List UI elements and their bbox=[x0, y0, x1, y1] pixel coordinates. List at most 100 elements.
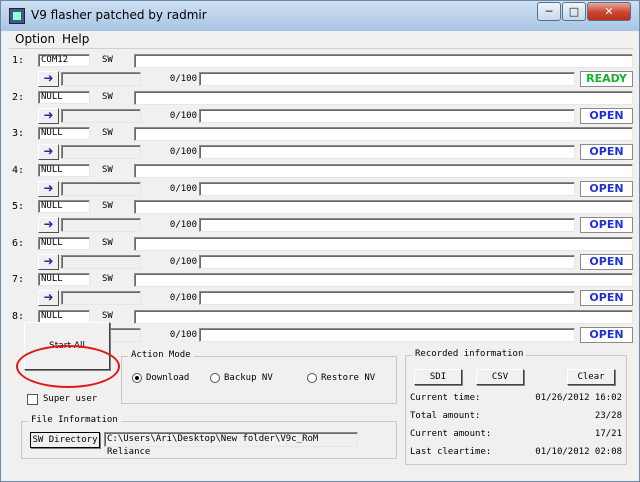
sw-label: SW bbox=[102, 201, 113, 211]
file-info-title: File Information bbox=[28, 415, 121, 425]
slot-number: 7: bbox=[12, 274, 25, 285]
sw-label: SW bbox=[102, 238, 113, 248]
current-time-label: Current time: bbox=[410, 393, 481, 403]
backup-nv-radio[interactable] bbox=[210, 373, 220, 383]
progress-bar bbox=[199, 109, 575, 123]
progress-bar bbox=[199, 328, 575, 342]
action-mode-group: Action Mode Download Backup NV Restore N… bbox=[121, 350, 397, 404]
super-user-checkbox[interactable] bbox=[27, 394, 38, 405]
action-mode-title: Action Mode bbox=[128, 350, 194, 360]
progress-label: 0/100 bbox=[169, 111, 197, 121]
arrow-right-icon[interactable]: ➜ bbox=[38, 181, 59, 197]
port-field[interactable]: NULL bbox=[38, 127, 90, 140]
sw-version-field bbox=[134, 127, 633, 141]
progress-label: 0/100 bbox=[169, 330, 197, 340]
slot-number: 2: bbox=[12, 92, 25, 103]
status-badge[interactable]: OPEN bbox=[580, 290, 633, 306]
arrow-right-icon[interactable]: ➜ bbox=[38, 144, 59, 160]
status-badge[interactable]: OPEN bbox=[580, 254, 633, 270]
slot-row: 6: NULL SW ➜ 0/100 OPEN bbox=[9, 236, 633, 272]
slot-row: 3: NULL SW ➜ 0/100 OPEN bbox=[9, 126, 633, 162]
progress-bar bbox=[199, 182, 575, 196]
status-badge[interactable]: OPEN bbox=[580, 217, 633, 233]
restore-nv-radio[interactable] bbox=[307, 373, 317, 383]
sw-label: SW bbox=[102, 128, 113, 138]
status-badge[interactable]: READY bbox=[580, 71, 633, 87]
menu-help[interactable]: Help bbox=[62, 32, 89, 46]
slot-info-field bbox=[61, 291, 141, 305]
minimize-button[interactable]: ─ bbox=[537, 2, 561, 21]
slot-info-field bbox=[61, 145, 141, 159]
file-info-group: File Information SW Directory C:\Users\A… bbox=[21, 415, 397, 459]
last-cleartime-value: 01/10/2012 02:08 bbox=[535, 447, 622, 457]
port-field[interactable]: COM12 bbox=[38, 54, 90, 67]
file-path-field[interactable]: C:\Users\Ari\Desktop\New folder\V9c_RoM … bbox=[104, 432, 358, 457]
progress-bar bbox=[199, 145, 575, 159]
sdi-button[interactable]: SDI bbox=[414, 369, 462, 385]
title-bar[interactable]: V9 flasher patched by radmir ─ □ ✕ bbox=[1, 1, 639, 31]
slot-info-field bbox=[61, 72, 141, 86]
slot-info-field bbox=[61, 182, 141, 196]
slot-row: 5: NULL SW ➜ 0/100 OPEN bbox=[9, 199, 633, 235]
slot-number: 6: bbox=[12, 238, 25, 249]
slot-info-field bbox=[61, 255, 141, 269]
backup-nv-label: Backup NV bbox=[224, 373, 273, 383]
port-field[interactable]: NULL bbox=[38, 91, 90, 104]
download-radio[interactable] bbox=[132, 373, 142, 383]
progress-label: 0/100 bbox=[169, 257, 197, 267]
menu-bar: Option Help bbox=[9, 31, 633, 49]
current-amount-value: 17/21 bbox=[594, 429, 622, 439]
slot-number: 8: bbox=[12, 311, 25, 322]
port-field[interactable]: NULL bbox=[38, 237, 90, 250]
progress-bar bbox=[199, 218, 575, 232]
progress-bar bbox=[199, 291, 575, 305]
maximize-button[interactable]: □ bbox=[562, 2, 586, 21]
slot-row: 1: COM12 SW ➜ 0/100 READY bbox=[9, 53, 633, 89]
current-time-value: 01/26/2012 16:02 bbox=[535, 393, 622, 403]
status-badge[interactable]: OPEN bbox=[580, 327, 633, 343]
sw-directory-button[interactable]: SW Directory bbox=[30, 432, 100, 448]
port-field[interactable]: NULL bbox=[38, 164, 90, 177]
sw-version-field bbox=[134, 200, 633, 214]
status-badge[interactable]: OPEN bbox=[580, 181, 633, 197]
arrow-right-icon[interactable]: ➜ bbox=[38, 254, 59, 270]
arrow-right-icon[interactable]: ➜ bbox=[38, 290, 59, 306]
sw-version-field bbox=[134, 164, 633, 178]
slot-row: 4: NULL SW ➜ 0/100 OPEN bbox=[9, 163, 633, 199]
menu-option[interactable]: Option bbox=[15, 32, 55, 46]
clear-button[interactable]: Clear bbox=[567, 369, 615, 385]
progress-label: 0/100 bbox=[169, 220, 197, 230]
port-field[interactable]: NULL bbox=[38, 273, 90, 286]
slot-number: 1: bbox=[12, 55, 25, 66]
port-field[interactable]: NULL bbox=[38, 200, 90, 213]
sw-label: SW bbox=[102, 311, 113, 321]
sw-version-field bbox=[134, 237, 633, 251]
close-button[interactable]: ✕ bbox=[587, 2, 631, 21]
download-label: Download bbox=[146, 373, 190, 383]
super-user-label: Super user bbox=[43, 394, 98, 404]
slot-row: 7: NULL SW ➜ 0/100 OPEN bbox=[9, 272, 633, 308]
client-area: 1: COM12 SW ➜ 0/100 READY 2: NULL SW ➜ 0… bbox=[9, 49, 633, 475]
arrow-right-icon[interactable]: ➜ bbox=[38, 217, 59, 233]
arrow-right-icon[interactable]: ➜ bbox=[38, 108, 59, 124]
sw-version-field bbox=[134, 91, 633, 105]
progress-label: 0/100 bbox=[169, 147, 197, 157]
progress-label: 0/100 bbox=[169, 184, 197, 194]
status-badge[interactable]: OPEN bbox=[580, 144, 633, 160]
status-badge[interactable]: OPEN bbox=[580, 108, 633, 124]
arrow-right-icon[interactable]: ➜ bbox=[38, 71, 59, 87]
csv-button[interactable]: CSV bbox=[476, 369, 524, 385]
sw-label: SW bbox=[102, 165, 113, 175]
total-amount-value: 23/28 bbox=[594, 411, 622, 421]
sw-label: SW bbox=[102, 274, 113, 284]
sw-version-field bbox=[134, 273, 633, 287]
sw-version-field bbox=[134, 54, 633, 68]
slot-info-field bbox=[61, 218, 141, 232]
slot-info-field bbox=[61, 109, 141, 123]
progress-label: 0/100 bbox=[169, 74, 197, 84]
highlight-circle bbox=[16, 345, 120, 388]
current-amount-label: Current amount: bbox=[410, 429, 492, 439]
slot-number: 3: bbox=[12, 128, 25, 139]
main-window: V9 flasher patched by radmir ─ □ ✕ Optio… bbox=[0, 0, 640, 482]
app-icon bbox=[9, 8, 25, 24]
